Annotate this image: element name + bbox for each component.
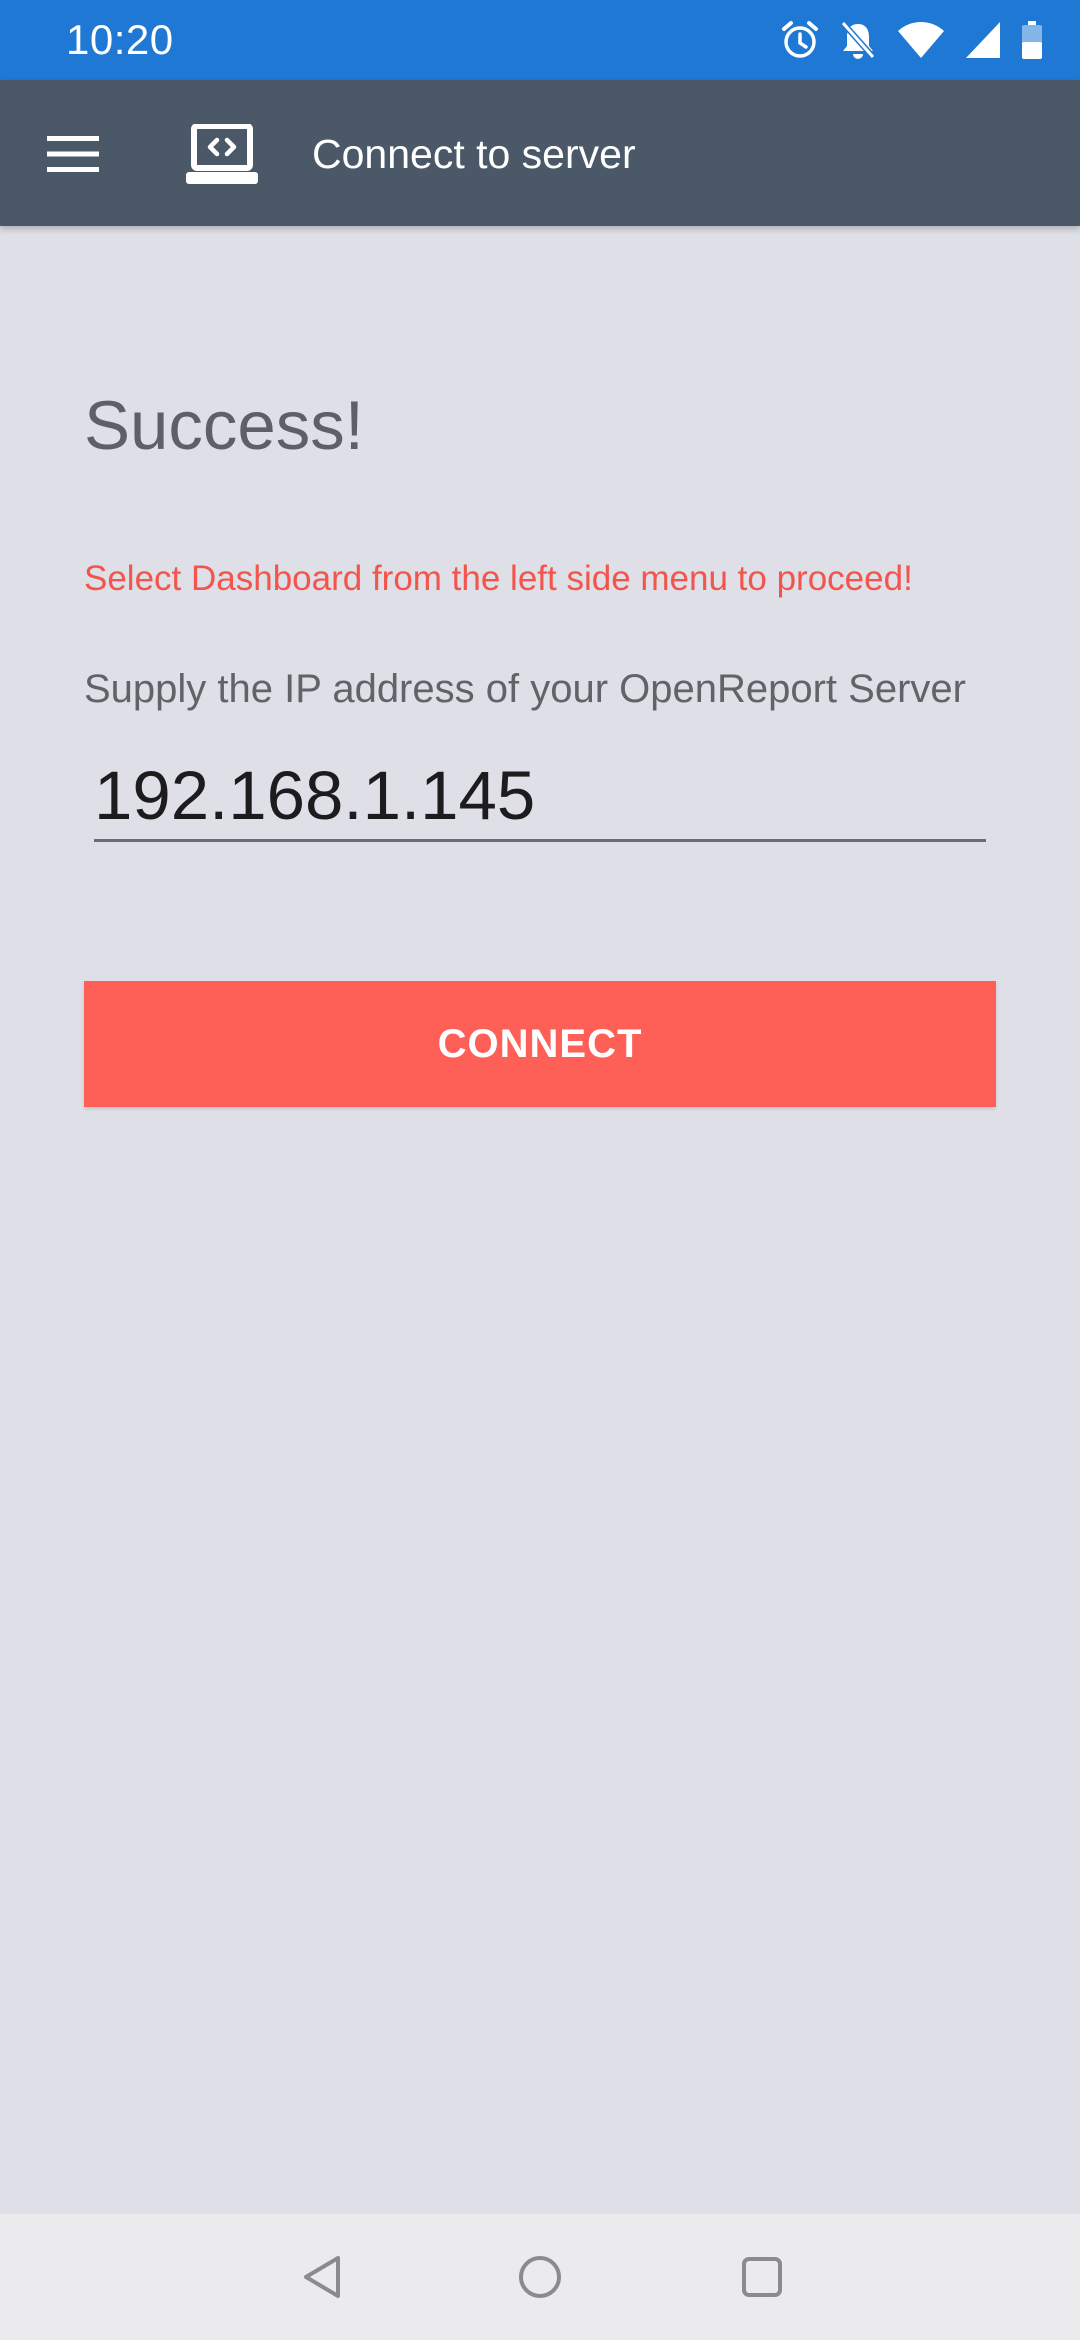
alarm-icon xyxy=(780,18,820,62)
ip-prompt-label: Supply the IP address of your OpenReport… xyxy=(84,667,966,711)
wifi-icon xyxy=(896,18,946,62)
screen: 10:20 Connect to server Success! Select … xyxy=(0,0,1080,2340)
app-bar: Connect to server xyxy=(0,80,1080,226)
menu-icon xyxy=(47,136,99,172)
laptop-code-icon xyxy=(186,123,258,186)
success-heading: Success! xyxy=(84,387,364,464)
notifications-off-icon xyxy=(838,18,878,62)
connect-button[interactable]: CONNECT xyxy=(84,981,996,1107)
ip-address-input[interactable] xyxy=(94,752,986,842)
status-bar: 10:20 xyxy=(0,0,1080,80)
home-icon xyxy=(519,2256,561,2298)
status-time: 10:20 xyxy=(66,16,174,63)
back-button[interactable] xyxy=(286,2241,358,2313)
main-content: Success! Select Dashboard from the left … xyxy=(0,226,1080,2214)
page-title: Connect to server xyxy=(312,131,636,177)
back-icon xyxy=(304,2256,340,2298)
recents-icon xyxy=(742,2257,782,2297)
menu-button[interactable] xyxy=(30,118,116,190)
home-button[interactable] xyxy=(504,2241,576,2313)
recents-button[interactable] xyxy=(726,2241,798,2313)
signal-icon xyxy=(964,18,1002,62)
battery-icon xyxy=(1020,18,1044,62)
status-icons xyxy=(780,18,1044,62)
system-nav-bar xyxy=(0,2214,1080,2340)
dashboard-notice: Select Dashboard from the left side menu… xyxy=(84,559,913,598)
